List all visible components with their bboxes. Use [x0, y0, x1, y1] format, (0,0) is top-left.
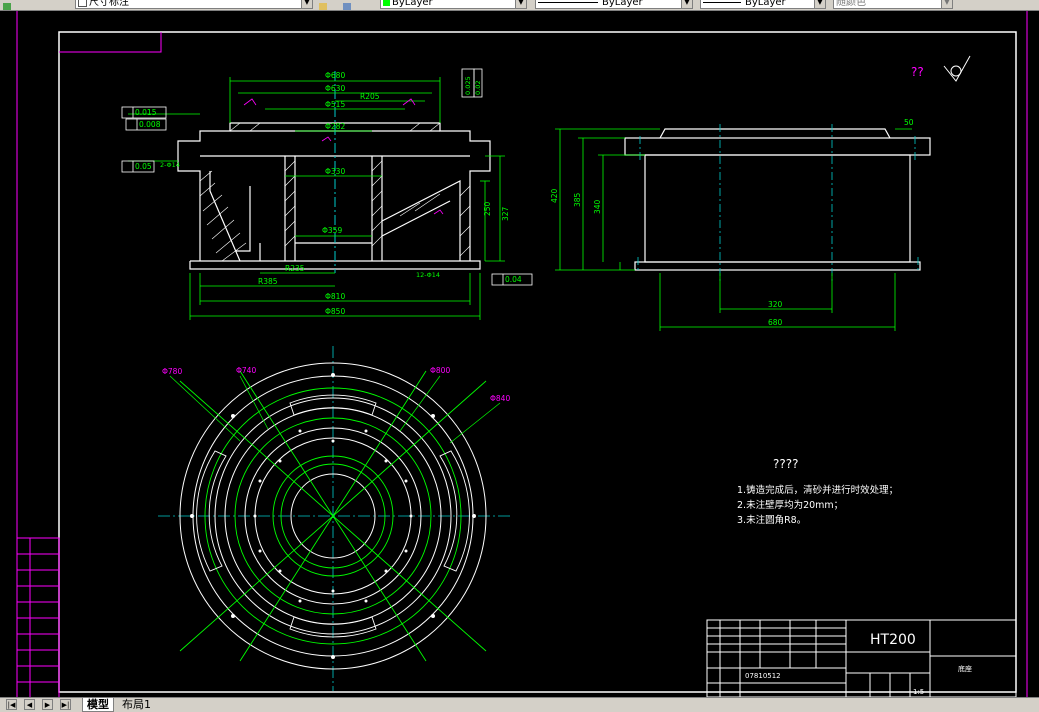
prev-tab-button[interactable]: ◀ [24, 699, 35, 710]
technical-requirements: ???? 1.铸造完成后，清砂并进行时效处理； 2.未注壁厚均为20mm； 3.… [737, 457, 898, 526]
title-block: HT200 07810512 1:5 底座 [706, 619, 1017, 697]
dim-t50: 50 [904, 118, 914, 127]
tol-0025: 0.025 [464, 76, 472, 95]
front-section-view: Φ680 Φ630 Φ515 R205 Φ282 Φ330 Φ359 R235 … [121, 68, 533, 320]
plotstyle-dropdown[interactable]: 随颜色 ▼ [833, 0, 953, 9]
first-tab-button[interactable]: |◀ [6, 699, 17, 710]
dim-d330: Φ330 [325, 167, 345, 176]
layer-tool-icon[interactable] [318, 0, 328, 10]
drawing-code: 07810512 [745, 672, 781, 680]
chevron-down-icon[interactable]: ▼ [681, 0, 692, 8]
dim-d840: Φ840 [490, 394, 510, 403]
linetype-dropdown[interactable]: ByLayer ▼ [535, 0, 693, 9]
dim-d515: Φ515 [325, 100, 345, 109]
dim-d850: Φ850 [325, 307, 345, 316]
corner-label-box [59, 32, 162, 53]
dim-w680: 680 [768, 318, 783, 327]
lineweight-dropdown[interactable]: ByLayer ▼ [700, 0, 826, 9]
scale-text: 1:5 [913, 688, 924, 696]
note-holes-12: 12-Φ14 [416, 271, 440, 279]
dim-h385: 385 [573, 192, 582, 207]
chevron-down-icon[interactable]: ▼ [941, 0, 952, 8]
properties-toolbar: 尺寸标注 ▼ ByLayer ▼ ByLayer ▼ ByLayer ▼ 随颜色… [0, 0, 1039, 11]
dim-d740: Φ740 [236, 366, 256, 375]
tol-0015: 0.015 [135, 108, 157, 117]
tol-0008: 0.008 [139, 120, 161, 129]
material-text: HT200 [870, 632, 916, 648]
dim-h327: 327 [501, 206, 510, 221]
last-tab-button[interactable]: ▶| [60, 699, 71, 710]
part-name: 底座 [958, 664, 972, 673]
tech-req-title: ???? [773, 457, 798, 471]
style-icon[interactable] [2, 0, 12, 10]
dim-r385: R385 [258, 277, 278, 286]
chevron-down-icon[interactable]: ▼ [301, 0, 312, 8]
dim-d680: Φ680 [325, 71, 345, 80]
layout-tab-bar: |◀ ◀ ▶ ▶| 模型 布局1 [0, 697, 1039, 712]
side-view: 420 385 340 320 680 50 [550, 118, 931, 331]
chevron-down-icon[interactable]: ▼ [814, 0, 825, 8]
plotstyle-value: 随颜色 [836, 0, 866, 8]
dimstyle-value: 尺寸标注 [89, 0, 129, 8]
tab-layout1[interactable]: 布局1 [118, 698, 155, 711]
dimstyle-dropdown[interactable]: 尺寸标注 ▼ [75, 0, 313, 9]
tech-req-item1: 1.铸造完成后，清砂并进行时效处理； [737, 484, 898, 496]
dim-h420: 420 [550, 188, 559, 203]
tech-req-item2: 2.未注壁厚均为20mm； [737, 499, 843, 511]
roughness-mark: ?? [911, 65, 924, 79]
tab-model[interactable]: 模型 [82, 698, 114, 712]
dim-d780: Φ780 [162, 367, 182, 376]
tech-req-item3: 3.未注圆角R8。 [737, 514, 806, 526]
note-holes-2: 2-Φ14 [160, 161, 180, 169]
layer-states-icon[interactable] [342, 0, 352, 10]
dim-w320: 320 [768, 300, 783, 309]
dim-r235: R235 [285, 264, 305, 273]
dim-d630: Φ630 [325, 84, 345, 93]
chevron-down-icon[interactable]: ▼ [515, 0, 526, 8]
drawing-canvas[interactable]: Φ680 Φ630 Φ515 R205 Φ282 Φ330 Φ359 R235 … [0, 11, 1039, 697]
tol-005: 0.05 [135, 162, 152, 171]
tol-004: 0.04 [505, 275, 522, 284]
color-value: ByLayer [392, 0, 433, 8]
dim-h340: 340 [593, 199, 602, 214]
plan-view: Φ780 Φ740 Φ800 Φ840 [158, 346, 510, 691]
linetype-value: ByLayer [602, 0, 643, 8]
roughness-symbol: ?? [911, 55, 971, 82]
next-tab-button[interactable]: ▶ [42, 699, 53, 710]
color-dropdown[interactable]: ByLayer ▼ [380, 0, 527, 9]
dim-d282: Φ282 [325, 122, 345, 131]
dim-h250: 250 [483, 201, 492, 216]
tol-002: 0.02 [474, 81, 482, 95]
dim-d800: Φ800 [430, 366, 450, 375]
side-revision-table [16, 537, 60, 697]
lineweight-value: ByLayer [745, 0, 786, 8]
cad-drawing: Φ680 Φ630 Φ515 R205 Φ282 Φ330 Φ359 R235 … [16, 11, 1028, 697]
dim-d810: Φ810 [325, 292, 345, 301]
dim-d359: Φ359 [322, 226, 342, 235]
dim-r205: R205 [360, 92, 380, 101]
